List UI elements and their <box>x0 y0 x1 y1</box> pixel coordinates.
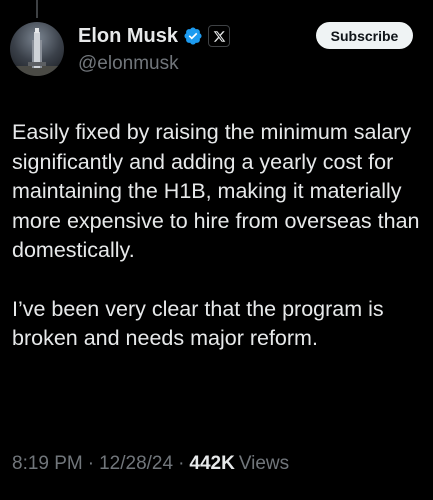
tweet-paragraph: I’ve been very clear that the program is… <box>12 296 384 351</box>
name-row: Elon Musk <box>78 22 313 50</box>
meta-separator: · <box>87 453 95 474</box>
views-label: Views <box>238 453 290 474</box>
meta-separator: · <box>178 453 185 474</box>
avatar-image <box>10 22 64 76</box>
tweet-meta: 8:19 PM · 12/28/24 · 442K Views <box>12 453 289 475</box>
verified-badge-icon[interactable] <box>183 26 203 46</box>
tweet-time[interactable]: 8:19 PM <box>12 453 83 474</box>
x-logo-icon[interactable] <box>208 25 231 47</box>
author-handle[interactable]: @elonmusk <box>78 53 313 75</box>
tweet-paragraph: Easily fixed by raising the minimum sala… <box>12 120 420 262</box>
tweet-text: Easily fixed by raising the minimum sala… <box>12 118 424 354</box>
tweet-date[interactable]: 12/28/24 <box>99 453 173 474</box>
avatar[interactable] <box>10 22 64 76</box>
subscribe-button[interactable]: Subscribe <box>316 22 413 49</box>
thread-connector-line <box>36 0 38 18</box>
views-count[interactable]: 442K <box>189 453 234 474</box>
tweet: Elon Musk @elonmusk Subscribe Easily fix… <box>0 0 433 500</box>
author-display-name[interactable]: Elon Musk <box>78 25 178 48</box>
tweet-header: Elon Musk @elonmusk <box>78 22 313 75</box>
